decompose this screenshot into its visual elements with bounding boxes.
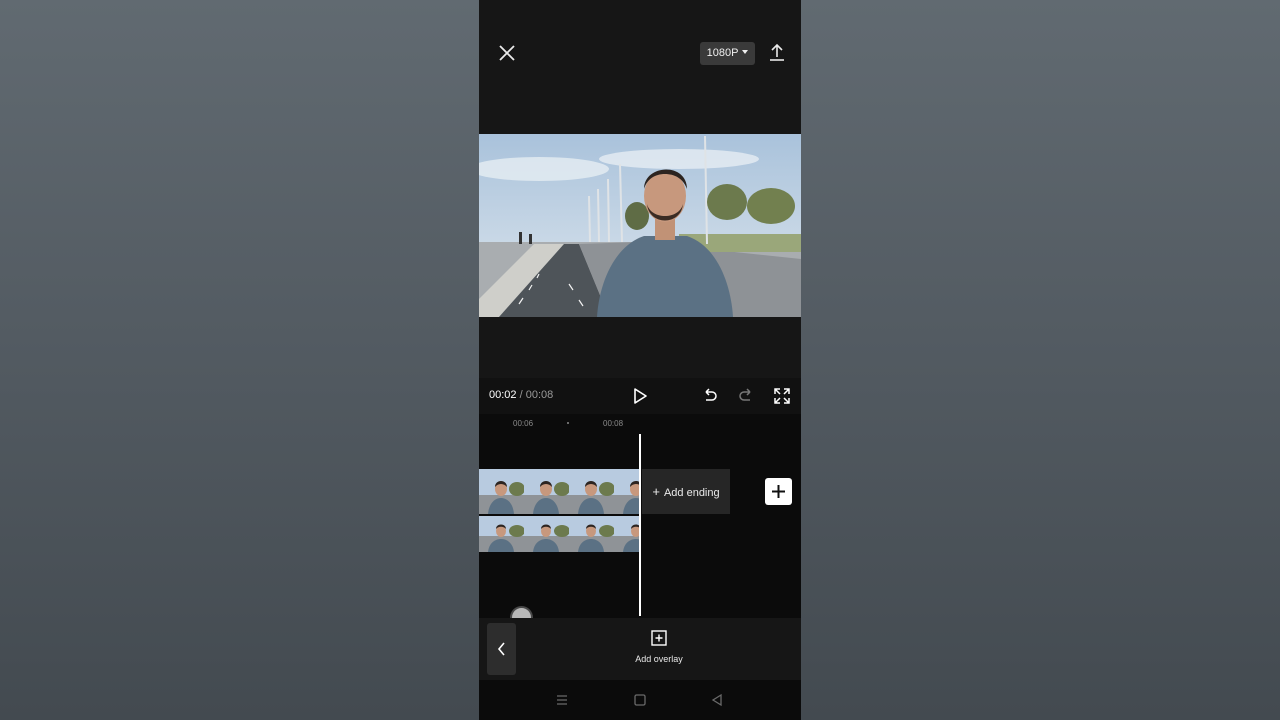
play-button[interactable] xyxy=(630,386,650,406)
ruler-label: 00:06 xyxy=(513,419,534,428)
add-overlay-button[interactable]: Add overlay xyxy=(624,630,694,670)
system-back-button[interactable] xyxy=(709,692,725,708)
clip-thumbnail xyxy=(479,516,524,552)
redo-button[interactable] xyxy=(736,386,756,406)
export-button[interactable] xyxy=(767,42,787,64)
play-icon xyxy=(634,388,647,404)
close-button[interactable] xyxy=(495,41,519,65)
clip-thumbnail xyxy=(614,516,639,552)
current-time: 00:02 xyxy=(489,389,517,401)
fullscreen-icon xyxy=(774,388,790,404)
close-icon xyxy=(499,45,515,61)
bottom-toolbar: Add overlay xyxy=(479,618,801,680)
undo-icon xyxy=(705,388,717,401)
add-overlay-icon xyxy=(651,630,667,646)
caret-down-icon xyxy=(742,50,749,55)
clip-thumbnail xyxy=(479,469,524,514)
home-button[interactable] xyxy=(632,692,648,708)
overlay-clip-track[interactable] xyxy=(479,516,639,552)
timeline[interactable]: 00:06 00:08 + Add ending xyxy=(479,414,801,618)
clip-thumbnail xyxy=(569,469,614,514)
plus-icon xyxy=(772,485,785,498)
resolution-dropdown[interactable]: 1080P xyxy=(700,42,755,65)
back-button[interactable] xyxy=(487,623,516,675)
ruler-tick xyxy=(567,422,569,424)
clip-thumbnail xyxy=(524,469,569,514)
playhead[interactable] xyxy=(639,434,641,616)
fullscreen-button[interactable] xyxy=(772,386,792,406)
clip-thumbnail xyxy=(614,469,639,514)
time-display: 00:02 / 00:08 xyxy=(489,389,553,401)
time-separator: / xyxy=(516,389,526,401)
redo-icon xyxy=(739,388,751,401)
ruler-label: 00:08 xyxy=(603,419,624,428)
blurred-background-left xyxy=(0,0,479,720)
total-time: 00:08 xyxy=(525,389,554,401)
android-nav-bar xyxy=(479,680,801,720)
add-overlay-label: Add overlay xyxy=(635,654,683,664)
clip-thumbnail xyxy=(524,516,569,552)
add-ending-label: Add ending xyxy=(663,487,720,499)
plus-icon: + xyxy=(652,484,660,499)
playback-controls: 00:02 / 00:08 xyxy=(479,378,801,414)
export-icon xyxy=(770,43,784,61)
clip-thumbnail xyxy=(569,516,614,552)
phone-screen: 1080P 00:02 / 00:08 00:06 00:08 + Add en… xyxy=(479,0,801,720)
back-icon xyxy=(711,693,722,707)
video-frame xyxy=(479,134,801,317)
add-clip-button[interactable] xyxy=(765,478,792,505)
recent-apps-button[interactable] xyxy=(554,692,570,708)
blurred-background-right xyxy=(801,0,1280,720)
add-ending-button[interactable]: + Add ending xyxy=(642,469,730,514)
chevron-left-icon xyxy=(497,642,505,656)
video-preview[interactable] xyxy=(479,134,801,317)
home-icon xyxy=(634,694,646,706)
video-clip-track[interactable] xyxy=(479,469,639,514)
top-bar: 1080P xyxy=(479,0,801,134)
undo-button[interactable] xyxy=(700,386,720,406)
preview-padding xyxy=(479,317,801,378)
resolution-label: 1080P xyxy=(706,47,739,59)
menu-icon xyxy=(557,695,567,705)
